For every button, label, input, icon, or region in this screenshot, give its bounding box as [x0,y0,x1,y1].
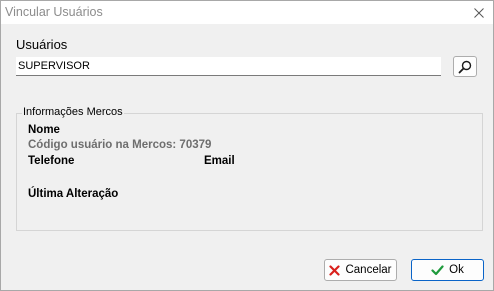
title-bar: Vincular Usuários [1,1,493,24]
check-icon [431,264,444,275]
ok-label: Ok [449,264,464,276]
ok-button[interactable]: Ok [411,259,484,281]
dialog-window: Vincular Usuários Usuários Informações M… [0,0,494,291]
search-icon [458,60,472,73]
x-icon [329,264,341,276]
group-legend: Informações Mercos [22,106,124,118]
window-title: Vincular Usuários [5,5,103,19]
cancel-label: Cancelar [345,264,392,276]
close-icon [474,7,484,18]
name-label: Nome [28,124,60,136]
mercos-code-text: Código usuário na Mercos: 70379 [28,139,212,151]
close-button[interactable] [465,1,493,24]
mercos-info-group [16,113,483,231]
users-label: Usuários [16,37,68,52]
last-change-label: Última Alteração [28,188,119,200]
search-button[interactable] [453,56,477,77]
users-input[interactable] [16,57,441,76]
cancel-button[interactable]: Cancelar [324,259,397,281]
phone-label: Telefone [28,155,75,167]
email-label: Email [204,155,235,167]
